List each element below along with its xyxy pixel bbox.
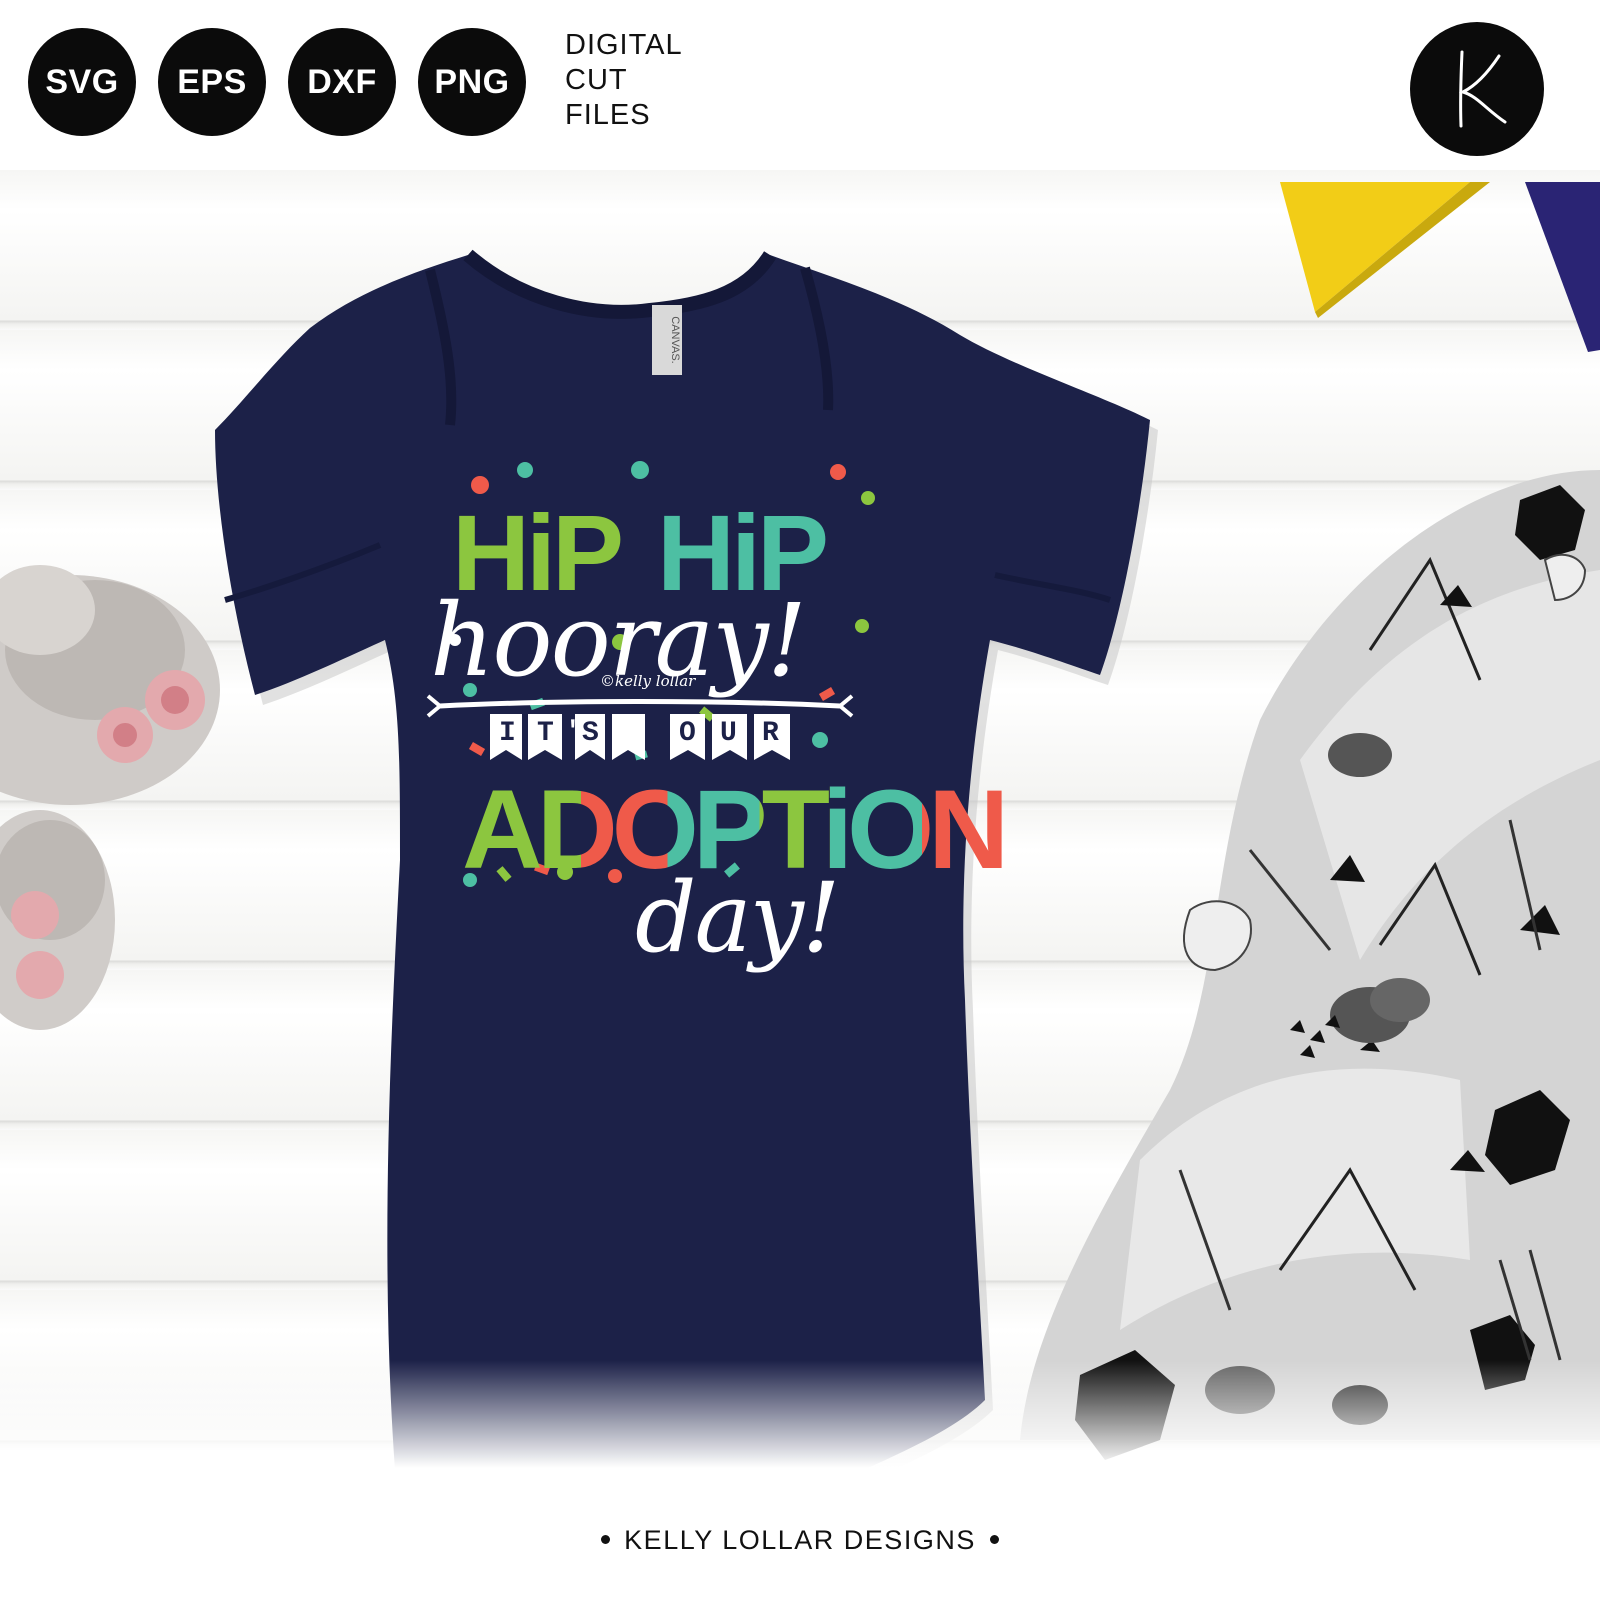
banner-letter: U bbox=[720, 718, 737, 749]
cut-files-line: CUT bbox=[565, 64, 628, 96]
format-badges: SVG EPS DXF PNG bbox=[28, 28, 526, 136]
navy-pennant bbox=[1525, 182, 1600, 352]
cut-files-line: DIGITAL bbox=[565, 29, 683, 61]
banner-letter: O bbox=[679, 718, 696, 749]
label-tag-text: CANVAS. bbox=[669, 316, 681, 363]
png-badge: PNG bbox=[418, 28, 526, 136]
digital-cut-files-label: DIGITAL CUT FILES bbox=[565, 28, 683, 133]
bullet-dot-left bbox=[601, 1534, 611, 1544]
brand-logo: K bbox=[1410, 22, 1544, 156]
dxf-badge: DXF bbox=[288, 28, 396, 136]
eps-badge: EPS bbox=[158, 28, 266, 136]
banner-letter: T bbox=[537, 718, 554, 749]
k-logo-icon bbox=[1458, 50, 1507, 128]
design-banner-text: I T ' S O U R bbox=[490, 716, 790, 756]
brand-footer: KELLY LOLLAR DESIGNS bbox=[0, 1525, 1600, 1556]
brand-name: KELLY LOLLAR DESIGNS bbox=[624, 1525, 976, 1555]
design-line-day: day! bbox=[635, 862, 840, 974]
elephant-slippers bbox=[0, 565, 220, 1030]
banner-letter: S bbox=[582, 718, 599, 749]
cut-files-line: FILES bbox=[565, 99, 651, 131]
bullet-dot-right bbox=[989, 1534, 999, 1544]
bottom-fade bbox=[0, 1360, 1600, 1600]
banner-letter: R bbox=[762, 718, 779, 749]
banner-letter: ' bbox=[565, 716, 581, 746]
yellow-pennant bbox=[1280, 182, 1470, 312]
design-copyright: ©kelly lollar bbox=[600, 672, 696, 690]
svg-badge: SVG bbox=[28, 28, 136, 136]
banner-letter: I bbox=[499, 718, 516, 749]
